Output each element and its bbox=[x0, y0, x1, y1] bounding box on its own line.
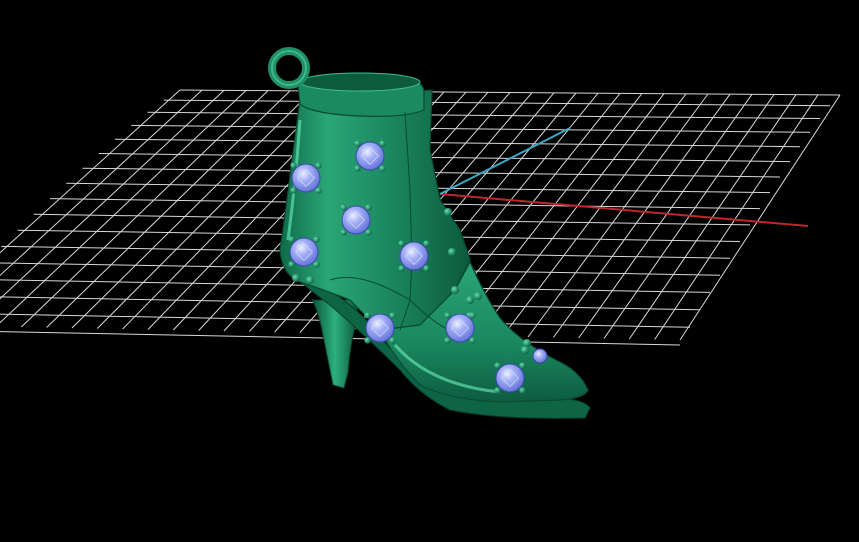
gem-prong bbox=[423, 265, 430, 272]
viewport-scene bbox=[0, 47, 841, 419]
grid-line bbox=[71, 90, 313, 329]
stud bbox=[523, 339, 531, 347]
stud bbox=[474, 292, 482, 300]
gem-prong bbox=[354, 140, 361, 147]
gem-stone bbox=[495, 363, 525, 393]
gem-prong bbox=[389, 312, 396, 319]
gem-stone bbox=[341, 205, 371, 235]
gem-prong bbox=[365, 229, 372, 236]
gem-prong bbox=[389, 337, 396, 344]
y-axis-line bbox=[439, 127, 571, 195]
gem-prong bbox=[290, 187, 297, 194]
gem-prong bbox=[379, 165, 386, 172]
stud bbox=[466, 296, 474, 304]
grid-line bbox=[46, 90, 291, 328]
gem-prong bbox=[398, 265, 405, 272]
stud bbox=[444, 208, 452, 216]
gem-prong bbox=[354, 165, 361, 172]
stud bbox=[521, 346, 529, 354]
gem-prong bbox=[290, 162, 297, 169]
stud bbox=[292, 274, 300, 282]
gem-prong bbox=[340, 229, 347, 236]
gem-prong bbox=[364, 312, 371, 319]
gem-stone bbox=[291, 163, 321, 193]
gem-prong bbox=[340, 204, 347, 211]
gem-prong bbox=[519, 387, 526, 394]
gem-prong bbox=[313, 236, 320, 243]
gem-prong bbox=[365, 204, 372, 211]
gem-stone bbox=[355, 141, 385, 171]
gem-prong bbox=[315, 162, 322, 169]
gem-prong bbox=[313, 261, 320, 268]
gem-prong bbox=[444, 337, 451, 344]
collar-opening bbox=[299, 72, 421, 92]
gem-prong bbox=[469, 312, 476, 319]
gem-stone bbox=[532, 348, 548, 364]
gem-stone bbox=[445, 313, 475, 343]
bail-ring-highlight bbox=[271, 50, 307, 86]
gem-prong bbox=[423, 240, 430, 247]
grid-line bbox=[163, 99, 831, 107]
gem-prong bbox=[364, 337, 371, 344]
grid-line bbox=[147, 111, 821, 120]
gem-prong bbox=[444, 312, 451, 319]
gem-stone bbox=[399, 241, 429, 271]
stud bbox=[306, 276, 314, 284]
gem-prong bbox=[398, 240, 405, 247]
gem-prong bbox=[288, 261, 295, 268]
stud bbox=[448, 248, 456, 256]
grid-line bbox=[114, 138, 801, 148]
gem-prong bbox=[519, 362, 526, 369]
grid-line bbox=[131, 124, 811, 133]
gem-prong bbox=[494, 362, 501, 369]
gem-prong bbox=[494, 387, 501, 394]
stud bbox=[451, 286, 459, 294]
gem-stone bbox=[289, 237, 319, 267]
gem-prong bbox=[315, 187, 322, 194]
gem-prong bbox=[288, 236, 295, 243]
grid-line bbox=[20, 90, 269, 328]
gem-stone bbox=[365, 313, 395, 343]
grid-line bbox=[0, 90, 247, 324]
3d-viewport[interactable] bbox=[0, 0, 859, 542]
gem-prong bbox=[379, 140, 386, 147]
gem-prong bbox=[469, 337, 476, 344]
